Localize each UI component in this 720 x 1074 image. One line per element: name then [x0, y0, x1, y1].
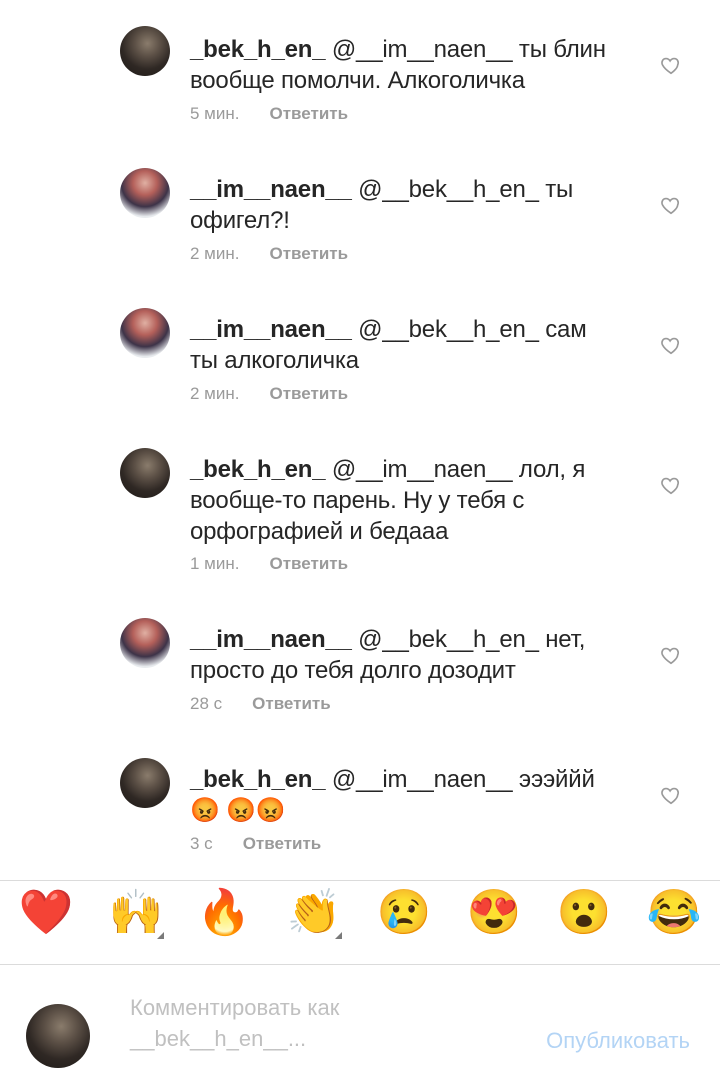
avatar	[26, 1004, 90, 1068]
comment-input[interactable]: Комментировать как __bek__h_en__...	[130, 992, 430, 1054]
comment-time: 2 мин.	[190, 384, 240, 403]
comment-username[interactable]: __im__naen__	[190, 316, 352, 343]
tears-of-joy-emoji[interactable]: 😂	[646, 885, 702, 941]
reply-button[interactable]: Ответить	[269, 384, 348, 403]
avatar[interactable]	[120, 758, 170, 808]
post-button[interactable]: Опубликовать	[546, 1028, 690, 1054]
comment-composer: Комментировать как __bek__h_en__... Опуб…	[0, 966, 720, 1074]
heart-emoji[interactable]: ❤️	[18, 885, 74, 941]
comment-username[interactable]: _bek_h_en_	[190, 456, 326, 483]
comment-time: 5 мин.	[190, 104, 240, 123]
comment-username[interactable]: _bek_h_en_	[190, 766, 326, 793]
reply-button[interactable]: Ответить	[269, 554, 348, 573]
variants-indicator-icon	[157, 932, 164, 939]
heart-outline-icon[interactable]	[660, 644, 682, 666]
comment-time: 3 с	[190, 834, 213, 853]
comment-time: 1 мин.	[190, 554, 240, 573]
variants-indicator-icon	[335, 932, 342, 939]
emoji-reaction-bar: ❤️ 🙌 🔥 👏 😢 😍 😮 😂	[0, 885, 720, 960]
divider	[0, 880, 720, 881]
surprised-face-emoji[interactable]: 😮	[556, 885, 612, 941]
heart-outline-icon[interactable]	[660, 474, 682, 496]
clapping-hands-emoji[interactable]: 👏	[286, 885, 342, 941]
heart-outline-icon[interactable]	[660, 54, 682, 76]
crying-face-emoji[interactable]: 😢	[376, 885, 432, 941]
comment-username[interactable]: __im__naen__	[190, 626, 352, 653]
comment-time: 2 мин.	[190, 244, 240, 263]
heart-eyes-emoji[interactable]: 😍	[466, 885, 522, 941]
avatar[interactable]	[120, 448, 170, 498]
comment-username[interactable]: __im__naen__	[190, 176, 352, 203]
reply-button[interactable]: Ответить	[252, 694, 331, 713]
avatar[interactable]	[120, 26, 170, 76]
fire-emoji[interactable]: 🔥	[196, 885, 252, 941]
reply-button[interactable]: Ответить	[269, 104, 348, 123]
divider	[0, 964, 720, 965]
heart-outline-icon[interactable]	[660, 334, 682, 356]
avatar[interactable]	[120, 168, 170, 218]
avatar[interactable]	[120, 618, 170, 668]
heart-outline-icon[interactable]	[660, 784, 682, 806]
reply-button[interactable]: Ответить	[243, 834, 322, 853]
comment-username[interactable]: _bek_h_en_	[190, 36, 326, 63]
comment-time: 28 с	[190, 694, 223, 713]
raising-hands-emoji[interactable]: 🙌	[108, 885, 164, 941]
heart-outline-icon[interactable]	[660, 194, 682, 216]
reply-button[interactable]: Ответить	[269, 244, 348, 263]
avatar[interactable]	[120, 308, 170, 358]
